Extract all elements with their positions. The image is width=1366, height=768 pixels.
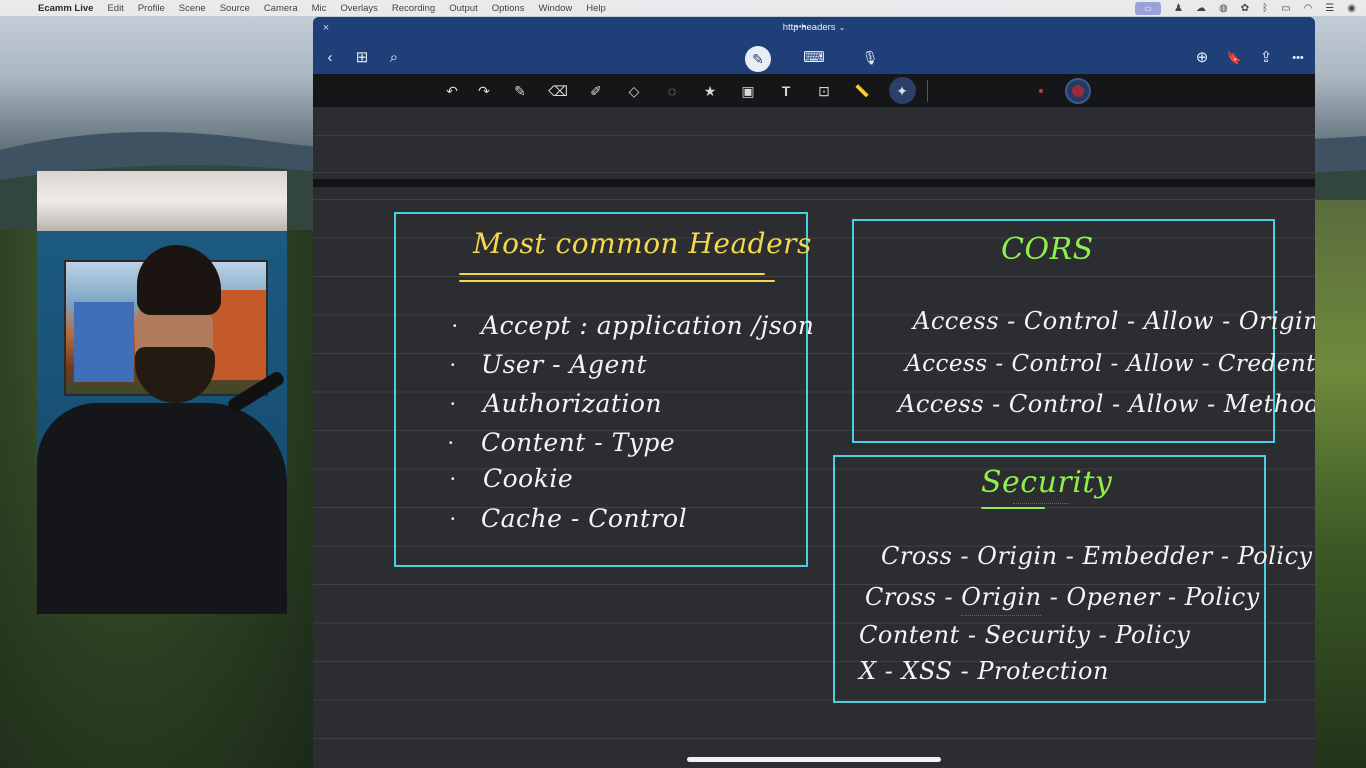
laser-pointer-icon[interactable]: ✦ (891, 80, 913, 102)
security-item: X - XSS - Protection (859, 657, 1109, 685)
ruler-icon[interactable]: 📏 (851, 80, 873, 102)
header-item: Cookie (483, 464, 574, 493)
lasso-icon[interactable]: ◌ (661, 80, 683, 102)
display-icon[interactable]: ▭ (1281, 3, 1290, 14)
wifi-icon[interactable]: ◠ (1304, 3, 1313, 14)
home-indicator[interactable] (687, 757, 941, 762)
user-icon[interactable]: ♟ (1174, 3, 1183, 14)
sync-icon[interactable]: ◍ (1219, 3, 1228, 14)
notes-app-window: × http headers ⌄ ••• ‹ ⊞ ⌕ ✎ ⌨ 🎙 ⊕ 🔖 ⇪ ••… (313, 17, 1315, 768)
menu-output[interactable]: Output (449, 3, 478, 14)
bluetooth-icon[interactable]: ᛒ (1262, 3, 1268, 14)
pen-size-dot[interactable] (1039, 89, 1043, 93)
menu-edit[interactable]: Edit (107, 3, 123, 14)
security-item: Cross - Origin - Opener - Policy (865, 583, 1260, 611)
presenter (37, 171, 287, 614)
navbar: ‹ ⊞ ⌕ ✎ ⌨ 🎙 ⊕ 🔖 ⇪ ••• (313, 41, 1315, 74)
cors-title: CORS (1001, 232, 1094, 267)
cors-item: Access - Control - Allow - Origin (913, 307, 1315, 335)
header-item: Content - Type (481, 428, 676, 457)
microphone-icon[interactable]: 🎙 (859, 47, 881, 69)
toolbar-divider (927, 80, 928, 102)
pen-tool-icon[interactable]: ✎ (509, 80, 531, 102)
security-title: Security (981, 465, 1113, 500)
highlighter-icon[interactable]: ✐ (585, 80, 607, 102)
menu-app-name[interactable]: Ecamm Live (38, 3, 93, 14)
scan-icon[interactable]: ⊡ (813, 80, 835, 102)
headers-title-underline (459, 273, 765, 275)
grid-icon[interactable]: ⊞ (351, 47, 373, 69)
image-icon[interactable]: ▣ (737, 80, 759, 102)
bullet: • (451, 399, 455, 410)
wallpaper-forest-right (1310, 200, 1366, 768)
document-title-text: http headers (782, 22, 836, 33)
cors-item: Access - Control - Allow - Credentials (905, 351, 1315, 377)
header-item: Cache - Control (481, 504, 688, 533)
search-icon[interactable]: ⌕ (383, 47, 405, 69)
bullet: • (451, 514, 455, 525)
extension-icon[interactable]: ✿ (1241, 3, 1249, 14)
pen-mode-icon[interactable]: ✎ (745, 46, 771, 72)
sticker-icon[interactable]: ★ (699, 80, 721, 102)
share-icon[interactable]: ⇪ (1255, 47, 1277, 69)
bullet: • (451, 360, 455, 371)
header-item: User - Agent (481, 350, 647, 379)
screen-mirror-icon[interactable]: ▭ (1135, 1, 1162, 15)
page-separator (313, 179, 1315, 187)
undo-icon[interactable]: ↶ (441, 80, 463, 102)
headers-title: Most common Headers (473, 227, 812, 260)
window-titlebar: × http headers ⌄ ••• (313, 17, 1315, 41)
keyboard-icon[interactable]: ⌨ (803, 47, 825, 69)
cors-item: Access - Control - Allow - Method (898, 390, 1315, 418)
spellcheck-underline (1013, 503, 1069, 504)
menu-mic[interactable]: Mic (312, 3, 327, 14)
menu-scene[interactable]: Scene (179, 3, 206, 14)
eraser-icon[interactable]: ⌫ (547, 80, 569, 102)
text-tool-icon[interactable]: T (775, 80, 797, 102)
spellcheck-underline (961, 615, 1041, 616)
back-icon[interactable]: ‹ (319, 47, 341, 69)
menu-overlays[interactable]: Overlays (340, 3, 377, 14)
security-item: Cross - Origin - Embedder - Policy (881, 542, 1313, 570)
menu-recording[interactable]: Recording (392, 3, 435, 14)
menu-window[interactable]: Window (538, 3, 572, 14)
redo-icon[interactable]: ↷ (473, 80, 495, 102)
more-icon[interactable]: ••• (1287, 47, 1309, 69)
drawing-toolbar: ↶ ↷ ✎ ⌫ ✐ ◇ ◌ ★ ▣ T ⊡ 📏 ✦ (313, 74, 1315, 107)
webcam-overlay[interactable] (37, 171, 287, 614)
document-title[interactable]: http headers ⌄ (313, 22, 1315, 33)
window-more-icon[interactable]: ••• (795, 22, 806, 31)
bookmark-icon[interactable]: 🔖 (1223, 47, 1245, 69)
menu-source[interactable]: Source (220, 3, 250, 14)
menu-profile[interactable]: Profile (138, 3, 165, 14)
siri-icon[interactable]: ◉ (1347, 3, 1356, 14)
note-page[interactable]: Most common Headers • Accept : applicati… (313, 187, 1315, 768)
microphone (226, 369, 286, 415)
headers-title-underline-2 (459, 280, 775, 282)
security-title-underline (981, 507, 1045, 509)
chevron-down-icon[interactable]: ⌄ (839, 23, 846, 32)
control-center-icon[interactable]: ☰ (1325, 3, 1334, 14)
bullet: • (451, 474, 455, 485)
bullet: • (453, 321, 457, 332)
selected-color-swatch (1072, 85, 1084, 97)
menubar: Ecamm Live Edit Profile Scene Source Cam… (0, 0, 1366, 16)
header-item: Authorization (483, 389, 663, 418)
previous-page (313, 107, 1315, 179)
menu-help[interactable]: Help (586, 3, 606, 14)
add-page-icon[interactable]: ⊕ (1191, 47, 1213, 69)
status-tray: ▭ ♟ ☁ ◍ ✿ ᛒ ▭ ◠ ☰ ◉ (1135, 0, 1356, 16)
menu-camera[interactable]: Camera (264, 3, 298, 14)
shapes-icon[interactable]: ◇ (623, 80, 645, 102)
menu-options[interactable]: Options (492, 3, 525, 14)
security-item: Content - Security - Policy (859, 621, 1191, 649)
bullet: • (449, 438, 453, 449)
header-item: Accept : application /json (481, 311, 815, 340)
creative-cloud-icon[interactable]: ☁ (1196, 3, 1206, 14)
